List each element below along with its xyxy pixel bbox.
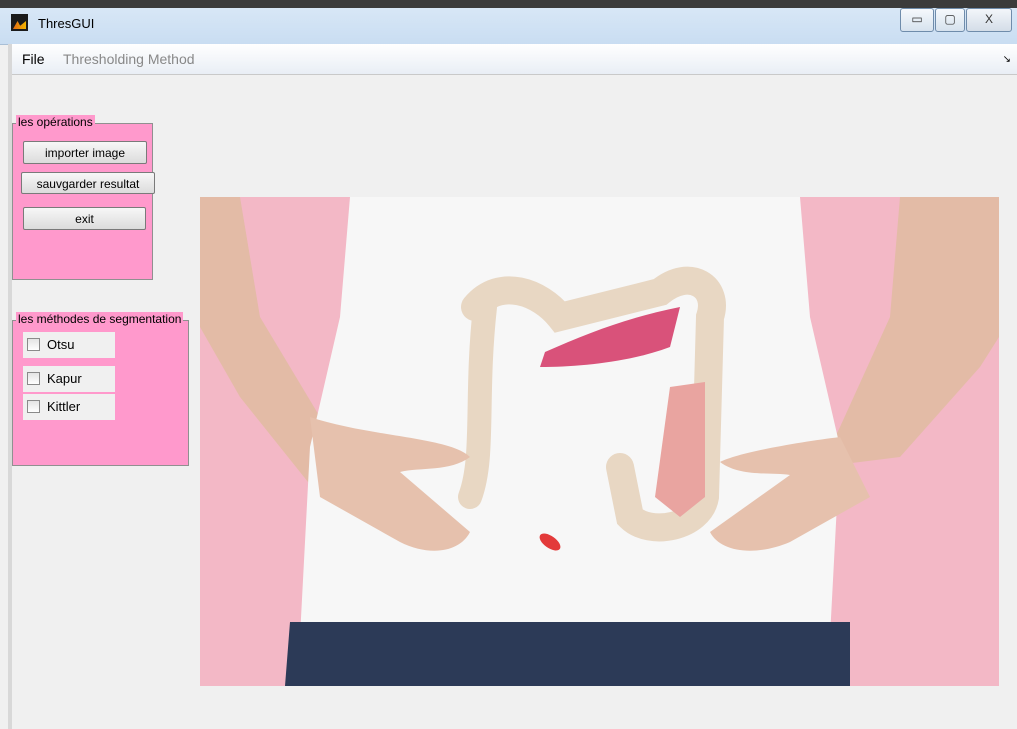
ascending-colon <box>458 295 497 509</box>
checkbox-otsu[interactable]: Otsu <box>23 332 115 358</box>
checkbox-box[interactable] <box>27 338 40 351</box>
segmentation-panel-title: les méthodes de segmentation <box>16 312 184 326</box>
title-bar-top-edge <box>0 0 1017 8</box>
save-result-button[interactable]: sauvgarder resultat <box>21 172 155 194</box>
menu-bar: File Thresholding Method ↘ <box>12 44 1017 75</box>
checkbox-label-kapur: Kapur <box>47 371 82 386</box>
maximize-button[interactable]: ▢ <box>935 8 965 32</box>
exit-button[interactable]: exit <box>23 207 146 230</box>
menu-thresholding-method[interactable]: Thresholding Method <box>63 51 195 67</box>
operations-panel-title: les opérations <box>16 115 95 129</box>
checkbox-box[interactable] <box>27 372 40 385</box>
checkbox-kapur[interactable]: Kapur <box>23 366 115 392</box>
import-image-button[interactable]: importer image <box>23 141 147 164</box>
app-window: ThresGUI ▭ ▢ X File Thresholding Method … <box>0 0 1017 729</box>
close-button[interactable]: X <box>966 8 1012 32</box>
image-display-axes <box>200 197 999 686</box>
dock-arrow-icon[interactable]: ↘ <box>1003 54 1011 65</box>
menu-file[interactable]: File <box>22 51 45 67</box>
window-title: ThresGUI <box>38 16 95 31</box>
title-bar: ThresGUI ▭ ▢ X <box>0 0 1017 45</box>
minimize-button[interactable]: ▭ <box>900 8 934 32</box>
checkbox-box[interactable] <box>27 400 40 413</box>
colon-model-photo <box>200 197 999 686</box>
white-shirt <box>300 197 840 637</box>
matlab-app-icon <box>11 14 28 31</box>
checkbox-label-otsu: Otsu <box>47 337 75 352</box>
jeans <box>285 622 850 686</box>
checkbox-kittler[interactable]: Kittler <box>23 394 115 420</box>
checkbox-label-kittler: Kittler <box>47 399 81 414</box>
